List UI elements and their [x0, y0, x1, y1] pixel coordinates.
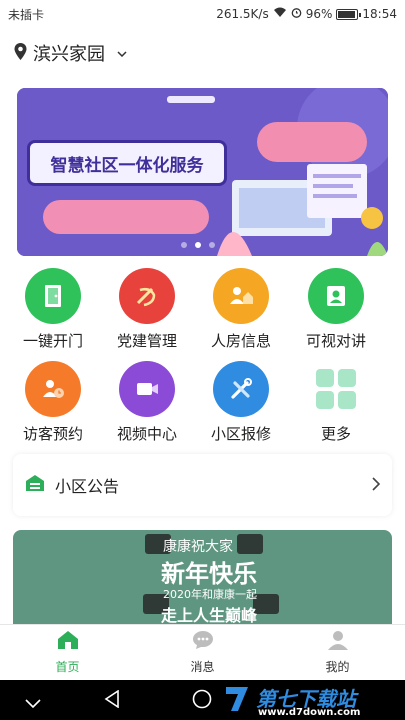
door-icon	[25, 268, 81, 324]
new-year-poster[interactable]: 康康祝大家 新年快乐 2020年和康康一起 走上人生巅峰	[13, 530, 392, 624]
status-right: 261.5K/s 96% 18:54	[216, 7, 397, 21]
main-content: 智慧社区一体化服务 一键开门 党建管理 人房信息 可视对讲 访客预约 视频中心 …	[0, 78, 405, 624]
announcement-label: 小区公告	[55, 477, 120, 496]
battery-fill	[338, 10, 355, 18]
poster-line-3: 2020年和康康一起	[163, 588, 257, 601]
grid-label-more: 更多	[320, 425, 351, 443]
alarm-icon	[291, 7, 302, 21]
carousel-dot[interactable]	[181, 242, 187, 248]
location-name: 滨兴家园	[33, 44, 105, 65]
chevron-down-icon	[117, 46, 127, 61]
clock: 18:54	[362, 7, 397, 21]
battery-percent: 96%	[305, 7, 333, 21]
announcement-row[interactable]: 小区公告	[13, 454, 392, 516]
grid-label-household: 人房信息	[210, 332, 271, 350]
carousel-dots	[181, 242, 215, 248]
banner-title: 智慧社区一体化服务	[50, 155, 204, 176]
carousel-dot[interactable]	[209, 242, 215, 248]
video-camera-icon	[119, 361, 175, 417]
grid-item-video[interactable]: 视频中心	[107, 361, 187, 444]
status-bar: 未插卡 261.5K/s 96% 18:54	[0, 0, 405, 28]
more-grid-icon	[308, 361, 364, 417]
grid-item-visitor[interactable]: 访客预约	[13, 361, 93, 444]
announcement-icon	[25, 474, 45, 496]
carousel-dot[interactable]	[195, 242, 201, 248]
grid-label-visitor: 访客预约	[22, 425, 83, 443]
tab-messages[interactable]: 消息	[135, 625, 270, 680]
grid-item-party[interactable]: 党建管理	[107, 268, 187, 351]
back-icon[interactable]	[104, 689, 120, 712]
grid-item-door[interactable]: 一键开门	[13, 268, 93, 351]
location-selector[interactable]: 滨兴家园	[0, 28, 405, 78]
mascot-image	[237, 534, 263, 554]
grid-label-repair: 小区报修	[210, 425, 271, 443]
video-intercom-icon	[308, 268, 364, 324]
profile-icon	[327, 630, 349, 654]
grid-label-party: 党建管理	[116, 332, 177, 350]
tab-profile[interactable]: 我的	[270, 625, 405, 680]
battery-icon	[336, 8, 362, 20]
repair-tools-icon	[213, 361, 269, 417]
grid-item-household[interactable]: 人房信息	[201, 268, 281, 351]
location-pin-icon	[14, 42, 27, 64]
grid-item-repair[interactable]: 小区报修	[201, 361, 281, 444]
party-emblem-icon	[119, 268, 175, 324]
poster-line-1: 康康祝大家	[163, 539, 233, 555]
poster-line-2: 新年快乐	[161, 560, 257, 588]
tab-label-messages: 消息	[190, 660, 215, 674]
tab-label-profile: 我的	[325, 660, 350, 674]
carrier-text: 未插卡	[8, 7, 45, 22]
person-house-icon	[213, 268, 269, 324]
grid-item-intercom[interactable]: 可视对讲	[296, 268, 376, 351]
tab-label-home: 首页	[55, 660, 80, 674]
grid-label-door: 一键开门	[22, 332, 83, 350]
grid-item-more[interactable]: 更多	[296, 361, 376, 444]
banner-title-box: 智慧社区一体化服务	[27, 140, 227, 186]
grid-label-intercom: 可视对讲	[305, 332, 366, 350]
tab-home[interactable]: 首页	[0, 625, 135, 680]
home-circle-icon[interactable]	[192, 689, 212, 713]
network-speed: 261.5K/s	[216, 7, 269, 21]
message-icon	[192, 630, 214, 654]
watermark-logo-icon	[226, 687, 248, 711]
visitor-icon	[25, 361, 81, 417]
nav-collapse-icon[interactable]	[25, 694, 41, 713]
promo-banner[interactable]: 智慧社区一体化服务	[17, 88, 388, 256]
watermark-url: www.d7down.com	[258, 707, 361, 718]
home-icon	[57, 630, 79, 654]
banner-pill	[43, 200, 209, 234]
wifi-icon	[273, 7, 287, 21]
chevron-right-icon	[372, 475, 381, 496]
bottom-tab-bar: 首页 消息 我的	[0, 624, 405, 680]
grid-label-video: 视频中心	[116, 425, 177, 443]
poster-line-4: 走上人生巅峰	[161, 606, 258, 624]
